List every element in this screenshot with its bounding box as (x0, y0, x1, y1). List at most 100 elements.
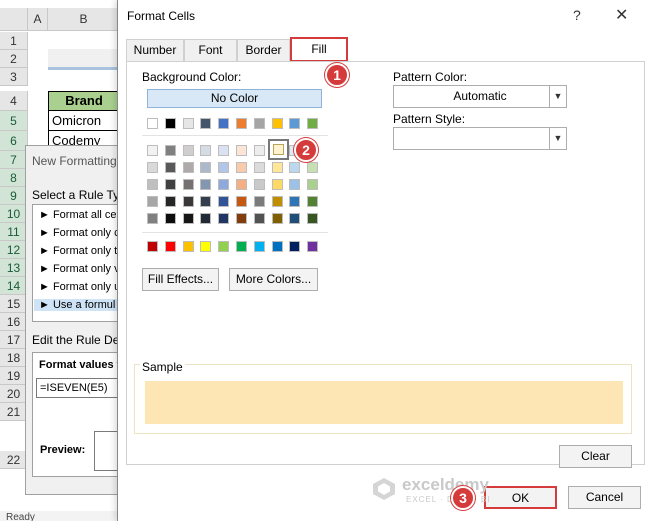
tint-color-swatch[interactable] (218, 162, 230, 173)
tint-color-swatch[interactable] (200, 145, 212, 156)
row-header[interactable]: 17 (0, 331, 28, 349)
row-header[interactable]: 14 (0, 277, 28, 295)
tint-color-swatch[interactable] (164, 213, 176, 224)
row-header[interactable]: 19 (0, 367, 28, 385)
theme-color-swatch[interactable] (164, 118, 176, 129)
tint-color-swatch[interactable] (271, 213, 283, 224)
theme-color-swatch[interactable] (289, 118, 301, 129)
no-color-button[interactable]: No Color (147, 89, 322, 108)
row-header[interactable]: 16 (0, 313, 28, 331)
tint-color-swatch[interactable] (253, 196, 265, 207)
tint-color-swatch[interactable] (164, 145, 176, 156)
row-header[interactable]: 7 (0, 151, 28, 169)
tint-color-swatch[interactable] (164, 196, 176, 207)
theme-color-swatch[interactable] (200, 118, 212, 129)
row-header[interactable]: 8 (0, 169, 28, 187)
rule-type-item[interactable]: ► Format only t (39, 245, 117, 257)
column-header-b[interactable]: B (48, 8, 120, 31)
tint-color-swatch[interactable] (164, 179, 176, 190)
tint-color-swatch[interactable] (182, 196, 194, 207)
row-header[interactable]: 21 (0, 403, 28, 421)
row-header[interactable]: 3 (0, 68, 28, 86)
tint-color-swatch[interactable] (147, 213, 158, 224)
more-colors-button[interactable]: More Colors... (229, 268, 318, 291)
tint-color-swatch[interactable] (253, 162, 265, 173)
row-header[interactable]: 2 (0, 50, 28, 68)
theme-color-swatch[interactable] (147, 118, 158, 129)
tab-number[interactable]: Number (126, 39, 184, 61)
tab-border[interactable]: Border (237, 39, 290, 61)
column-header-a[interactable]: A (28, 8, 48, 31)
tint-color-swatch[interactable] (236, 179, 247, 190)
standard-color-swatch[interactable] (200, 241, 212, 252)
theme-color-swatch[interactable] (307, 118, 319, 129)
tint-color-swatch[interactable] (307, 162, 319, 173)
tint-color-swatch[interactable] (253, 145, 265, 156)
tint-color-swatch[interactable] (147, 162, 158, 173)
rule-type-item[interactable]: ► Format only c (39, 227, 120, 239)
tint-color-swatch[interactable] (147, 145, 158, 156)
row-header[interactable]: 12 (0, 241, 28, 259)
standard-color-swatch[interactable] (218, 241, 230, 252)
tint-color-swatch[interactable] (218, 213, 230, 224)
standard-color-swatch[interactable] (182, 241, 194, 252)
select-all-corner[interactable] (0, 8, 28, 31)
tint-color-swatch[interactable] (253, 213, 265, 224)
chevron-down-icon[interactable]: ▼ (549, 128, 566, 149)
theme-color-swatch[interactable] (253, 118, 265, 129)
row-header[interactable]: 4 (0, 91, 28, 111)
rule-type-item[interactable]: ► Format only v (39, 263, 120, 275)
tint-color-swatch[interactable] (218, 196, 230, 207)
row-header[interactable]: 11 (0, 223, 28, 241)
row-header[interactable]: 20 (0, 385, 28, 403)
pattern-style-select[interactable]: ▼ (393, 127, 567, 150)
tint-color-swatch[interactable] (236, 162, 247, 173)
row-header[interactable]: 22 (0, 451, 28, 469)
close-icon[interactable]: ✕ (615, 5, 628, 25)
tint-color-swatch[interactable] (271, 196, 283, 207)
theme-color-swatch[interactable] (236, 118, 247, 129)
row-header[interactable]: 6 (0, 131, 28, 151)
tint-color-swatch[interactable] (289, 196, 301, 207)
tint-color-swatch[interactable] (200, 213, 212, 224)
row-header[interactable]: 5 (0, 111, 28, 131)
help-icon[interactable]: ? (573, 7, 581, 23)
theme-color-swatch[interactable] (182, 118, 194, 129)
standard-color-swatch[interactable] (236, 241, 247, 252)
title-cell[interactable] (48, 49, 120, 69)
row-header[interactable]: 10 (0, 205, 28, 223)
standard-color-swatch[interactable] (164, 241, 176, 252)
pattern-color-select[interactable]: Automatic ▼ (393, 85, 567, 108)
chevron-down-icon[interactable]: ▼ (549, 86, 566, 107)
tint-color-swatch[interactable] (289, 179, 301, 190)
standard-color-swatch[interactable] (307, 241, 319, 252)
tint-color-swatch[interactable] (307, 179, 319, 190)
standard-color-swatch[interactable] (271, 241, 283, 252)
tint-color-swatch[interactable] (182, 162, 194, 173)
tint-color-swatch[interactable] (253, 179, 265, 190)
standard-color-swatch[interactable] (147, 241, 158, 252)
tint-color-swatch[interactable] (236, 145, 247, 156)
tint-color-swatch[interactable] (271, 162, 283, 173)
tint-color-swatch[interactable] (289, 213, 301, 224)
tint-color-swatch[interactable] (271, 179, 283, 190)
theme-color-swatch[interactable] (218, 118, 230, 129)
tint-color-swatch[interactable] (147, 196, 158, 207)
clear-button[interactable]: Clear (559, 445, 632, 468)
standard-color-swatch[interactable] (289, 241, 301, 252)
data-cell[interactable]: Omicron (48, 111, 120, 131)
selected-swatch[interactable] (268, 139, 289, 160)
fill-effects-button[interactable]: Fill Effects... (142, 268, 219, 291)
tint-color-swatch[interactable] (182, 213, 194, 224)
tint-color-swatch[interactable] (182, 145, 194, 156)
row-header[interactable]: 15 (0, 295, 28, 313)
tint-color-swatch[interactable] (307, 196, 319, 207)
tint-color-swatch[interactable] (218, 179, 230, 190)
standard-color-swatch[interactable] (253, 241, 265, 252)
tint-color-swatch[interactable] (200, 162, 212, 173)
tint-color-swatch[interactable] (200, 196, 212, 207)
rule-type-item[interactable]: ► Format all ce (39, 209, 117, 221)
row-header[interactable]: 18 (0, 349, 28, 367)
theme-color-swatch[interactable] (271, 118, 283, 129)
tint-color-swatch[interactable] (182, 179, 194, 190)
